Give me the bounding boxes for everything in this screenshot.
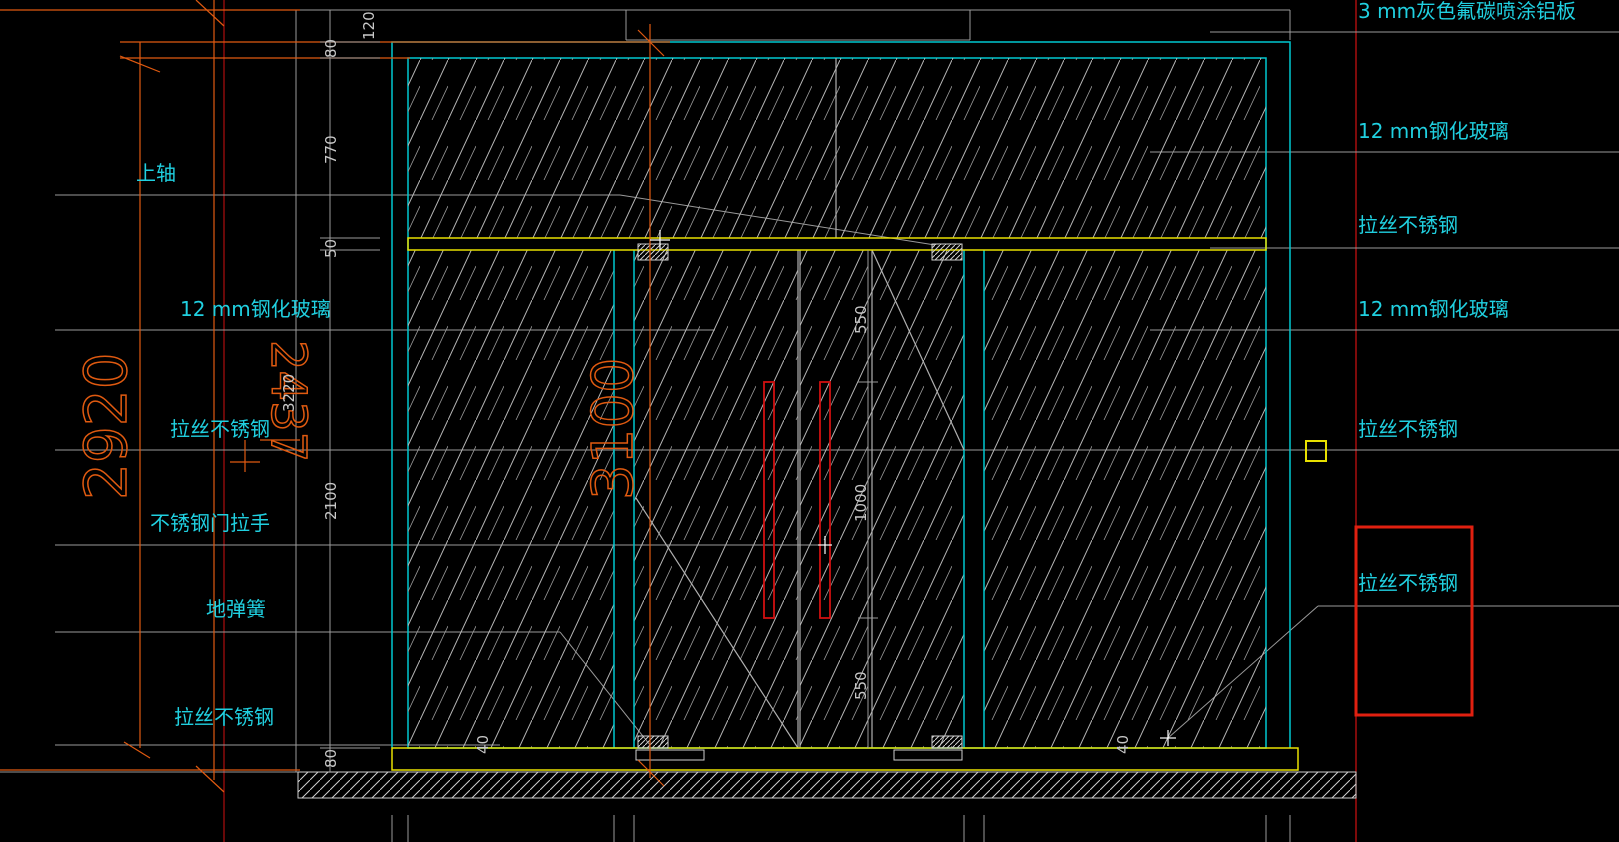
label-top-pivot: 上轴 — [136, 161, 176, 185]
label-alu-panel: 3 mm灰色氟碳喷涂铝板 — [1358, 0, 1576, 23]
bottom-ticks — [391, 815, 1291, 842]
dim-550-bottom: 550 — [852, 671, 870, 700]
dim-770: 770 — [322, 135, 340, 164]
dim-3100: 3100 — [581, 357, 646, 500]
label-steel-left: 拉丝不锈钢 — [170, 417, 270, 441]
dim-1000: 1000 — [852, 484, 870, 522]
label-glass-2-right: 12 mm钢化玻璃 — [1358, 297, 1509, 321]
dim-2100: 2100 — [322, 482, 340, 520]
label-steel-1-right: 拉丝不锈钢 — [1358, 213, 1458, 237]
dim-40-right: 40 — [1114, 735, 1132, 754]
glass-panels — [408, 58, 1266, 748]
dim-3220: 3220 — [280, 374, 298, 412]
dim-80-top: 80 — [322, 39, 340, 58]
dim-120: 120 — [360, 11, 378, 40]
label-floor-spring: 地弹簧 — [206, 597, 266, 621]
label-handle: 不锈钢门拉手 — [150, 511, 270, 535]
label-glass-left: 12 mm钢化玻璃 — [180, 297, 331, 321]
label-glass-top-right: 12 mm钢化玻璃 — [1358, 119, 1509, 143]
dim-550-top: 550 — [852, 305, 870, 334]
label-steel-2-right: 拉丝不锈钢 — [1358, 417, 1458, 441]
dim-40-left: 40 — [474, 735, 492, 754]
glass-side-right — [984, 250, 1266, 748]
dim-2920: 2920 — [72, 352, 140, 500]
floor-hatch — [297, 771, 1357, 799]
yellow-marker-square — [1305, 440, 1327, 462]
label-steel-3-right: 拉丝不锈钢 — [1358, 571, 1458, 595]
glass-transom — [408, 58, 1266, 238]
floor-spring-left — [637, 735, 669, 749]
cad-drawing-canvas: 3 mm灰色氟碳喷涂铝板 12 mm钢化玻璃 拉丝不锈钢 12 mm钢化玻璃 拉… — [0, 0, 1619, 842]
dim-80-bottom: 80 — [322, 749, 340, 768]
glass-door-right — [800, 250, 964, 748]
floor-spring-right — [931, 735, 963, 749]
top-pivot-left — [637, 243, 669, 261]
top-pivot-right — [931, 243, 963, 261]
label-steel-bottom-left: 拉丝不锈钢 — [174, 705, 274, 729]
highlight-box — [1354, 525, 1474, 717]
dim-50: 50 — [322, 239, 340, 258]
